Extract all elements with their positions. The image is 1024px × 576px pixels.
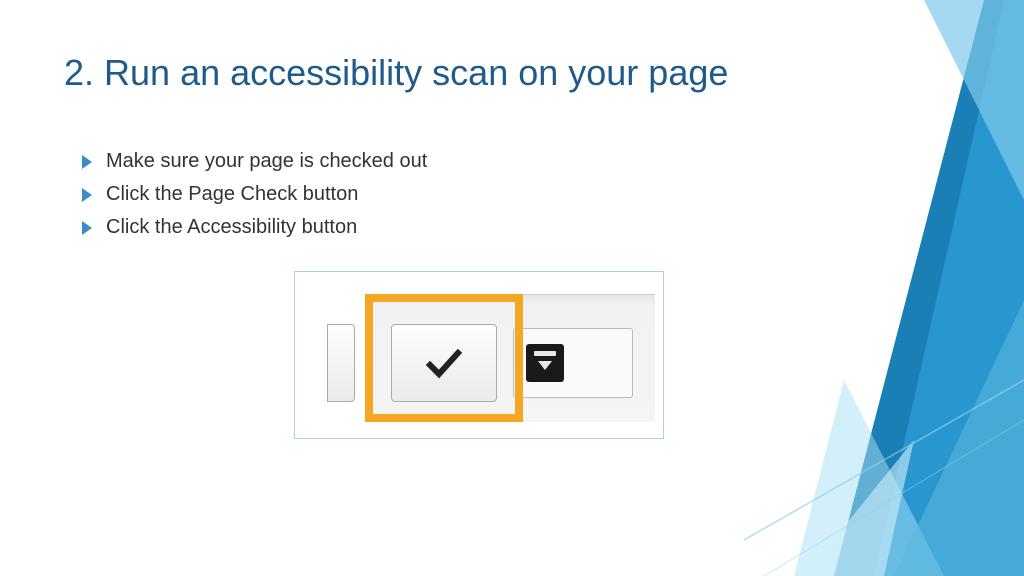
bullet-list: Make sure your page is checked out Click… <box>64 150 960 239</box>
bullet-text: Click the Accessibility button <box>106 216 357 239</box>
highlight-annotation <box>365 294 523 422</box>
bullet-text: Click the Page Check button <box>106 183 358 206</box>
toolbar-screenshot <box>294 271 664 439</box>
bullet-item: Click the Page Check button <box>82 183 960 206</box>
bullet-text: Make sure your page is checked out <box>106 150 427 173</box>
partial-button-left <box>327 324 355 402</box>
bullet-arrow-icon <box>82 188 92 202</box>
bullet-item: Make sure your page is checked out <box>82 150 960 173</box>
bullet-item: Click the Accessibility button <box>82 216 960 239</box>
bullet-arrow-icon <box>82 155 92 169</box>
download-icon <box>526 344 564 382</box>
toolbar-button-group <box>513 328 633 398</box>
bullet-arrow-icon <box>82 221 92 235</box>
slide-title: 2. Run an accessibility scan on your pag… <box>64 52 960 94</box>
